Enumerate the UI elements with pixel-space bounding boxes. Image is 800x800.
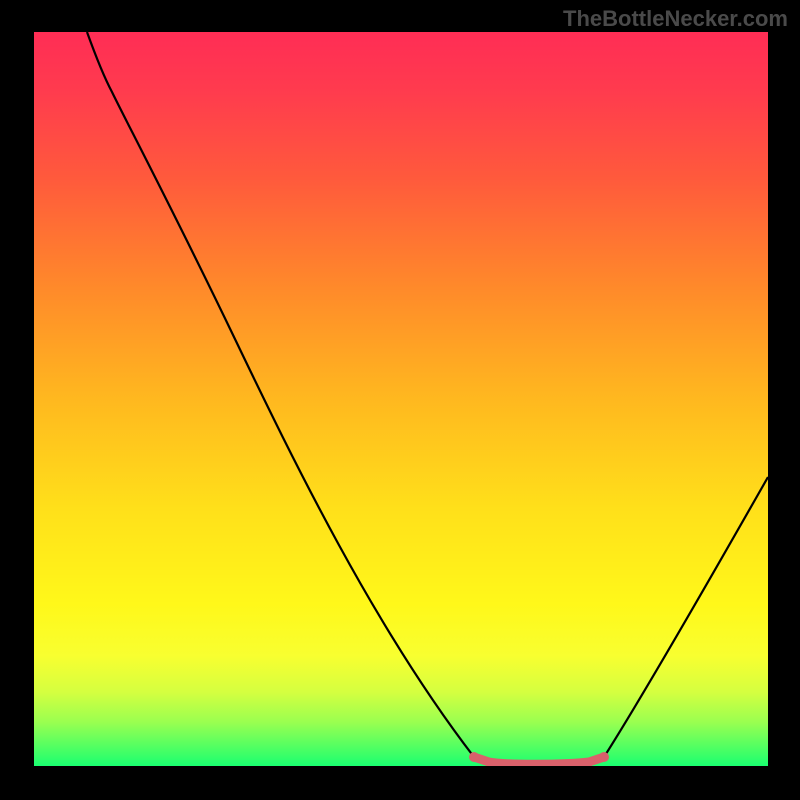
curve-svg — [34, 32, 768, 766]
watermark-text: TheBottleNecker.com — [563, 6, 788, 32]
bottleneck-curve — [87, 32, 768, 764]
valley-highlight — [474, 757, 604, 764]
plot-area — [34, 32, 768, 766]
valley-left-dot — [469, 752, 479, 762]
valley-right-dot — [599, 752, 609, 762]
chart-container: TheBottleNecker.com — [0, 0, 800, 800]
